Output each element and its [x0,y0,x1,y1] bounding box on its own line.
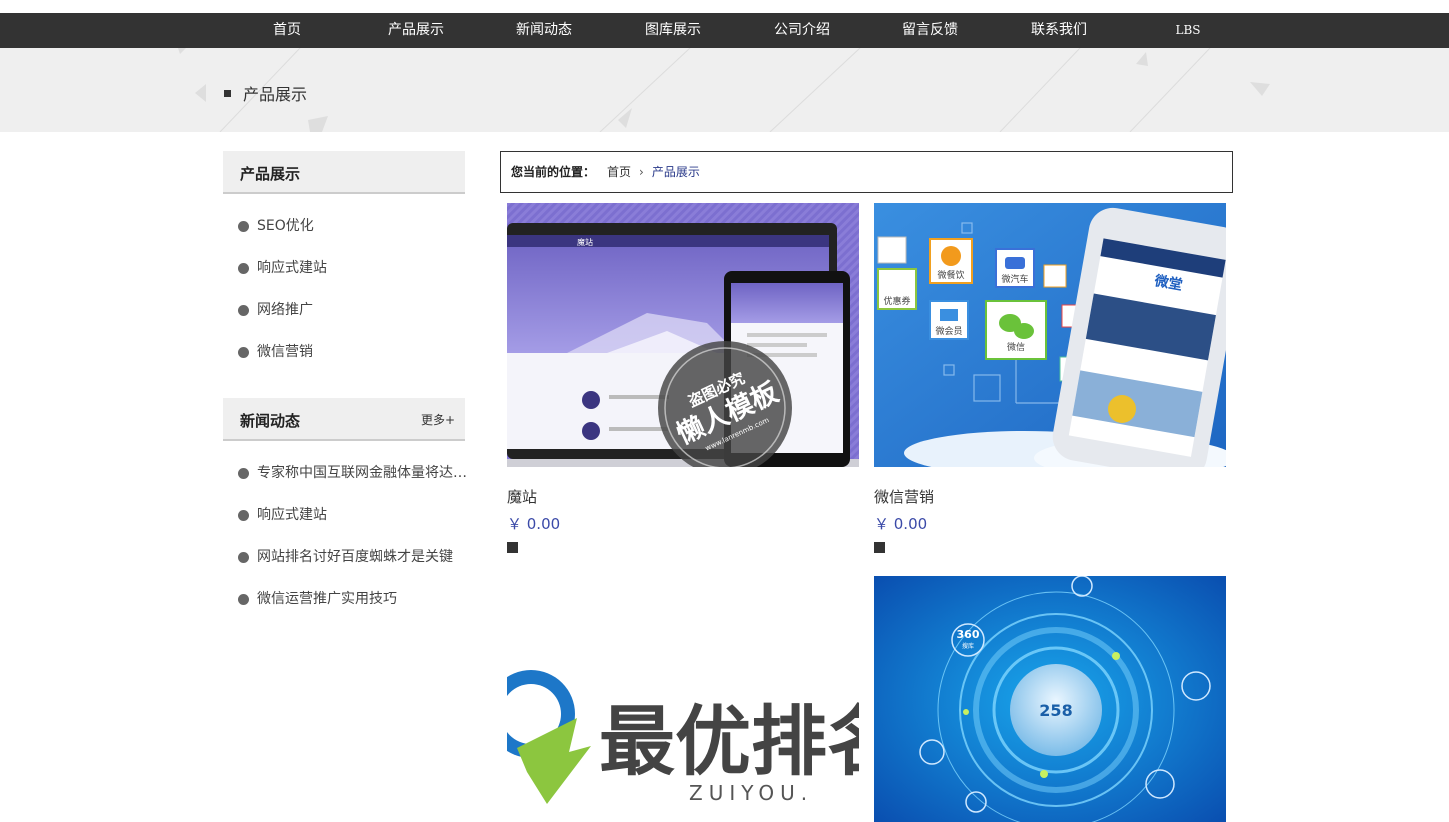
sidebar-products: 产品展示 SEO优化 响应式建站 网络推广 微信营销 [223,151,465,376]
news-item[interactable]: 微信运营推广实用技巧 [223,581,469,623]
zuiyou-logo-image: 最优排名 ZUIYOU. [507,576,859,822]
product-name[interactable]: 微信营销 [874,486,1226,507]
nav-lbs[interactable]: LBS [1128,13,1248,48]
sidebar-news-list: 专家称中国互联网金融体量将达10万亿 响应式建站 网站排名讨好百度蜘蛛才是关键 … [223,441,469,623]
sidebar-news: 新闻动态 更多+ 专家称中国互联网金融体量将达10万亿 响应式建站 网站排名讨好… [223,398,469,623]
tile-member-text: 微会员 [935,325,962,337]
nav-about[interactable]: 公司介绍 [742,13,862,48]
devices-mockup-image: 魔站 盗图必究 懒人模板 www.lanrenmb.com [507,203,859,467]
breadcrumb-label: 您当前的位置： [511,165,596,179]
tile-wechat-text: 微信 [1007,341,1025,353]
product-image-wechat[interactable]: 微餐饮 微汽车 优惠券 微会员 微信 微堂 [874,203,1226,467]
sidebar-item-responsive[interactable]: 响应式建站 [223,250,469,292]
breadcrumb-current[interactable]: 产品展示 [652,165,700,179]
sidebar-item-wechat[interactable]: 微信营销 [223,334,469,376]
square-bullet-icon [224,90,231,97]
nav-products[interactable]: 产品展示 [356,13,476,48]
nav-contact[interactable]: 联系我们 [999,13,1119,48]
product-image-zuiyou[interactable]: 最优排名 ZUIYOU. [507,576,859,822]
product-card: 最优排名 ZUIYOU. [507,576,859,822]
sidebar-item-promotion[interactable]: 网络推广 [223,292,469,334]
tile-coupon-text: 优惠券 [883,295,910,307]
product-card: 微餐饮 微汽车 优惠券 微会员 微信 微堂 微信营销 ￥ 0.00 [874,203,1226,553]
top-strip [0,0,1449,13]
nav-home[interactable]: 首页 [227,13,347,48]
sidebar-news-header: 新闻动态 更多+ [223,398,465,441]
wechat-marketing-image: 微餐饮 微汽车 优惠券 微会员 微信 微堂 [874,203,1226,467]
product-image-mozhan[interactable]: 魔站 盗图必究 懒人模板 www.lanrenmb.com [507,203,859,467]
product-image-258[interactable]: 258 360 搜库 [874,576,1226,822]
center-258-text: 258 [1039,701,1072,720]
tile-car-text: 微汽车 [1001,273,1028,285]
zuiyou-logo-en-text: ZUIYOU. [689,781,813,805]
product-price: ￥ 0.00 [874,515,928,533]
badge-360-text: 360 [957,628,980,641]
nav-feedback[interactable]: 留言反馈 [870,13,990,48]
product-card: 魔站 盗图必究 懒人模板 www.lanrenmb.com 魔站 ￥ 0.00 [507,203,859,553]
banner-title-text: 产品展示 [243,85,308,104]
square-marker-icon [874,542,885,553]
news-item[interactable]: 网站排名讨好百度蜘蛛才是关键 [223,539,469,581]
sidebar-item-seo[interactable]: SEO优化 [223,208,469,250]
product-name[interactable]: 魔站 [507,486,859,507]
badge-360-sub-text: 搜库 [962,642,974,650]
sidebar-products-list: SEO优化 响应式建站 网络推广 微信营销 [223,194,465,376]
mozhan-brand-text: 魔站 [577,237,593,247]
breadcrumb-home[interactable]: 首页 [607,165,631,179]
sidebar-news-title: 新闻动态 [240,412,301,430]
zuiyou-logo-cn-text: 最优排名 [599,697,859,786]
product-price: ￥ 0.00 [507,515,561,533]
nav-gallery[interactable]: 图库展示 [613,13,733,48]
breadcrumb: 您当前的位置： 首页 › 产品展示 [500,151,1233,193]
banner-decoration [178,48,1270,132]
news-item[interactable]: 专家称中国互联网金融体量将达10万亿 [223,455,469,497]
nav-news[interactable]: 新闻动态 [484,13,604,48]
sidebar-products-header: 产品展示 [223,151,465,194]
product-card: 258 360 搜库 [874,576,1226,822]
tile-meal-text: 微餐饮 [937,269,964,281]
news-item[interactable]: 响应式建站 [223,497,469,539]
blue-rings-image: 258 360 搜库 [874,576,1226,822]
square-marker-icon [507,542,518,553]
page-banner: 产品展示 [0,48,1449,132]
main-nav: 首页 产品展示 新闻动态 图库展示 公司介绍 留言反馈 联系我们 LBS [0,13,1449,48]
chevron-right-icon: › [639,165,644,179]
banner-title: 产品展示 [224,81,307,105]
sidebar-products-title: 产品展示 [240,165,301,183]
news-more-link[interactable]: 更多+ [421,411,455,428]
